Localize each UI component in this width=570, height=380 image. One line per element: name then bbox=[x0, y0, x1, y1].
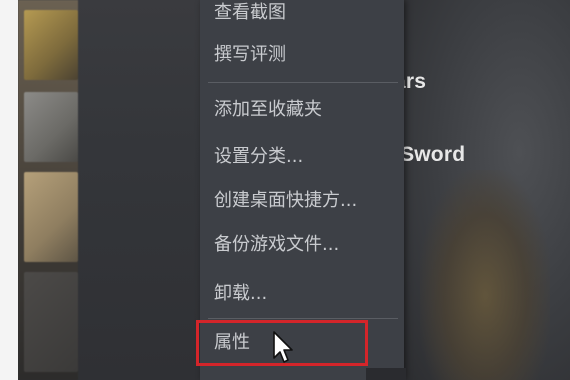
submenu-edge bbox=[366, 368, 406, 380]
menu-item-uninstall[interactable]: 卸载... bbox=[214, 279, 267, 309]
menu-separator bbox=[208, 318, 398, 319]
menu-item-write-review[interactable]: 撰写评测 bbox=[214, 40, 286, 70]
menu-separator bbox=[208, 82, 398, 83]
game-thumbnail[interactable] bbox=[24, 172, 78, 262]
menu-item-backup-files[interactable]: 备份游戏文件... bbox=[214, 230, 339, 260]
game-thumbnail[interactable] bbox=[24, 10, 78, 80]
menu-item-add-to-favorites[interactable]: 添加至收藏夹 bbox=[214, 95, 322, 125]
game-thumbnail-strip bbox=[18, 0, 78, 380]
menu-item-set-categories[interactable]: 设置分类... bbox=[214, 142, 303, 172]
background-artwork-glow bbox=[420, 170, 550, 380]
arrow-cursor-icon bbox=[273, 331, 293, 363]
game-thumbnail[interactable] bbox=[24, 272, 78, 372]
game-thumbnail[interactable] bbox=[24, 92, 78, 162]
menu-item-create-shortcut[interactable]: 创建桌面快捷方... bbox=[214, 186, 357, 216]
menu-item-view-screenshots[interactable]: 查看截图 bbox=[214, 0, 286, 28]
